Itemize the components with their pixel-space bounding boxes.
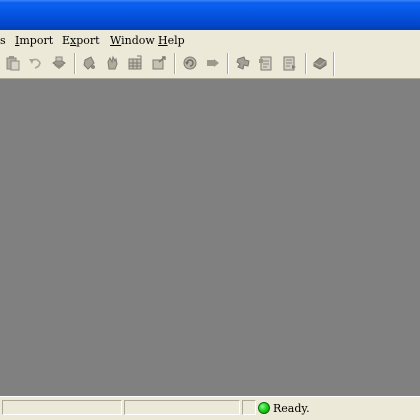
title-bar[interactable] (0, 0, 420, 30)
menu-item-export[interactable]: Export (62, 34, 100, 47)
paste-icon[interactable] (4, 54, 22, 72)
hand-icon[interactable] (103, 54, 121, 72)
menu-bar: s Import Export Window Help (0, 30, 420, 50)
menu-item-partial[interactable]: s (0, 34, 6, 47)
status-text: Ready. (273, 401, 310, 415)
toolbar-separator (305, 53, 307, 74)
toolbar-separator (74, 53, 76, 74)
puzzle-icon[interactable] (234, 54, 252, 72)
status-indicator: Ready. (258, 400, 310, 416)
table-icon[interactable] (126, 54, 144, 72)
refresh-icon[interactable] (181, 54, 199, 72)
toolbar-separator (174, 53, 176, 74)
status-pane (124, 400, 240, 415)
undo-icon[interactable] (26, 54, 44, 72)
toolbar (0, 50, 420, 79)
book-icon[interactable] (311, 54, 329, 72)
play-icon[interactable] (204, 54, 222, 72)
menu-item-window[interactable]: Window (110, 34, 155, 47)
print-icon[interactable] (50, 54, 68, 72)
title-bar-highlight (0, 0, 420, 3)
bucket-icon[interactable] (80, 54, 98, 72)
document-list-icon[interactable] (281, 54, 299, 72)
application-window: s Import Export Window Help Ready. (0, 0, 420, 420)
workspace-area[interactable] (0, 79, 420, 396)
status-pane (2, 400, 122, 415)
menu-item-import[interactable]: Import (15, 34, 53, 47)
ready-status-icon (258, 402, 270, 414)
status-bar: Ready. (0, 396, 420, 420)
document-icon[interactable] (257, 54, 275, 72)
toolbar-separator (227, 53, 229, 74)
status-pane (242, 400, 256, 415)
toolbar-end-separator (333, 52, 335, 76)
export-page-icon[interactable] (150, 54, 168, 72)
menu-item-help[interactable]: Help (158, 34, 185, 47)
